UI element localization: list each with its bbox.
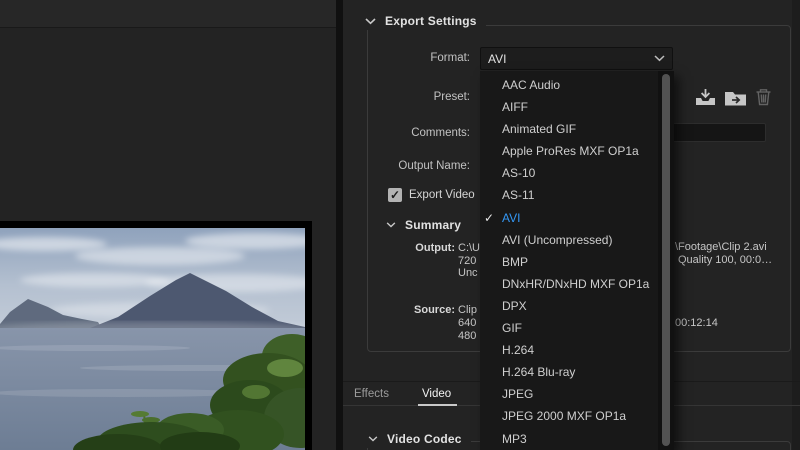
format-option[interactable]: AIFF (480, 96, 674, 118)
chevron-down-icon (654, 55, 665, 62)
format-option-label: DPX (502, 299, 527, 313)
format-option-label: JPEG 2000 MXF OP1a (502, 409, 626, 423)
format-option-label: MP3 (502, 432, 527, 446)
checkmark-icon: ✓ (484, 207, 494, 229)
output-name-label: Output Name: (350, 160, 470, 172)
format-option-label: AAC Audio (502, 78, 560, 92)
comments-label: Comments: (350, 127, 470, 139)
format-option[interactable]: Apple ProRes MXF OP1a (480, 140, 674, 162)
summary-header[interactable]: Summary (386, 218, 461, 232)
format-option[interactable]: DNxHR/DNxHD MXF OP1a (480, 273, 674, 295)
format-option-label: Animated GIF (502, 122, 576, 136)
import-preset-button[interactable] (722, 86, 748, 108)
format-option-label: AVI (502, 211, 520, 225)
right-panel-edge (792, 0, 800, 450)
format-option-label: AS-11 (502, 188, 534, 202)
summary-source-line: 480 (458, 330, 476, 342)
format-option[interactable]: H.264 Blu-ray (480, 361, 674, 383)
format-option-label: AVI (Uncompressed) (502, 233, 612, 247)
format-option[interactable]: AVI (Uncompressed) (480, 229, 674, 251)
tab-video[interactable]: Video (420, 385, 453, 405)
format-option[interactable]: MP3 (480, 428, 674, 450)
format-option[interactable]: JPEG 2000 MXF OP1a (480, 405, 674, 427)
format-option-label: Apple ProRes MXF OP1a (502, 144, 639, 158)
format-option-label: GIF (502, 321, 522, 335)
summary-output-line: C:\U (458, 242, 480, 254)
format-option[interactable]: DPX (480, 295, 674, 317)
format-option-label: H.264 Blu-ray (502, 365, 575, 379)
format-option-label: DNxHR/DNxHD MXF OP1a (502, 277, 649, 291)
video-preview-image (0, 228, 305, 450)
summary-title: Summary (405, 218, 461, 232)
summary-output-label: Output: (375, 242, 455, 254)
export-video-checkbox[interactable]: ✓ (388, 188, 402, 202)
save-preset-button[interactable] (692, 86, 718, 108)
trash-icon (755, 88, 772, 106)
panel-divider (336, 0, 343, 450)
chevron-down-icon (368, 436, 378, 442)
summary-source-label: Source: (375, 304, 455, 316)
format-option-label: JPEG (502, 387, 533, 401)
format-option-label: AIFF (502, 100, 528, 114)
format-option[interactable]: H.264 (480, 339, 674, 361)
format-selected-value: AVI (488, 52, 506, 66)
format-option[interactable]: AS-10 (480, 162, 674, 184)
format-option-label: H.264 (502, 343, 534, 357)
delete-preset-button[interactable] (750, 86, 776, 108)
format-option[interactable]: AS-11 (480, 184, 674, 206)
chevron-down-icon (386, 222, 396, 228)
checkmark-icon: ✓ (390, 188, 400, 202)
summary-output-line: \Footage\Clip 2.avi (675, 241, 767, 253)
format-option-label: AS-10 (502, 166, 535, 180)
video-codec-header[interactable]: Video Codec (365, 430, 471, 448)
export-settings-header[interactable]: Export Settings (362, 12, 486, 30)
summary-source-line: 640 (458, 317, 476, 329)
format-dropdown-list: AAC Audio AIFF Animated GIF Apple ProRes MX… (480, 71, 674, 450)
format-option[interactable]: Animated GIF (480, 118, 674, 140)
chevron-down-icon (365, 18, 376, 25)
format-label: Format: (350, 52, 470, 64)
export-settings-title: Export Settings (385, 14, 477, 28)
summary-output-line: 720 (458, 255, 476, 267)
format-option[interactable]: BMP (480, 251, 674, 273)
tab-bar: Effects Video (352, 385, 453, 405)
premiere-export-window: Export Settings Format: AVI Preset: (0, 0, 800, 450)
summary-output-line: Quality 100, 00:0… (678, 254, 772, 266)
import-preset-icon (724, 89, 747, 106)
video-codec-title: Video Codec (387, 432, 462, 446)
format-option[interactable]: GIF (480, 317, 674, 339)
summary-output-line: Unc (458, 267, 478, 279)
tab-effects[interactable]: Effects (352, 385, 391, 405)
summary-source-line: 00:12:14 (675, 317, 718, 329)
format-option[interactable]: JPEG (480, 383, 674, 405)
format-option[interactable]: ✓ AVI (480, 207, 674, 229)
preset-label: Preset: (350, 91, 470, 103)
format-option-label: BMP (502, 255, 528, 269)
summary-source-line: Clip (458, 304, 477, 316)
format-select[interactable]: AVI (480, 47, 673, 70)
export-video-label: Export Video (409, 189, 475, 201)
save-preset-icon (695, 88, 716, 106)
format-option[interactable]: AAC Audio (480, 74, 674, 96)
left-panel-header (0, 0, 336, 28)
